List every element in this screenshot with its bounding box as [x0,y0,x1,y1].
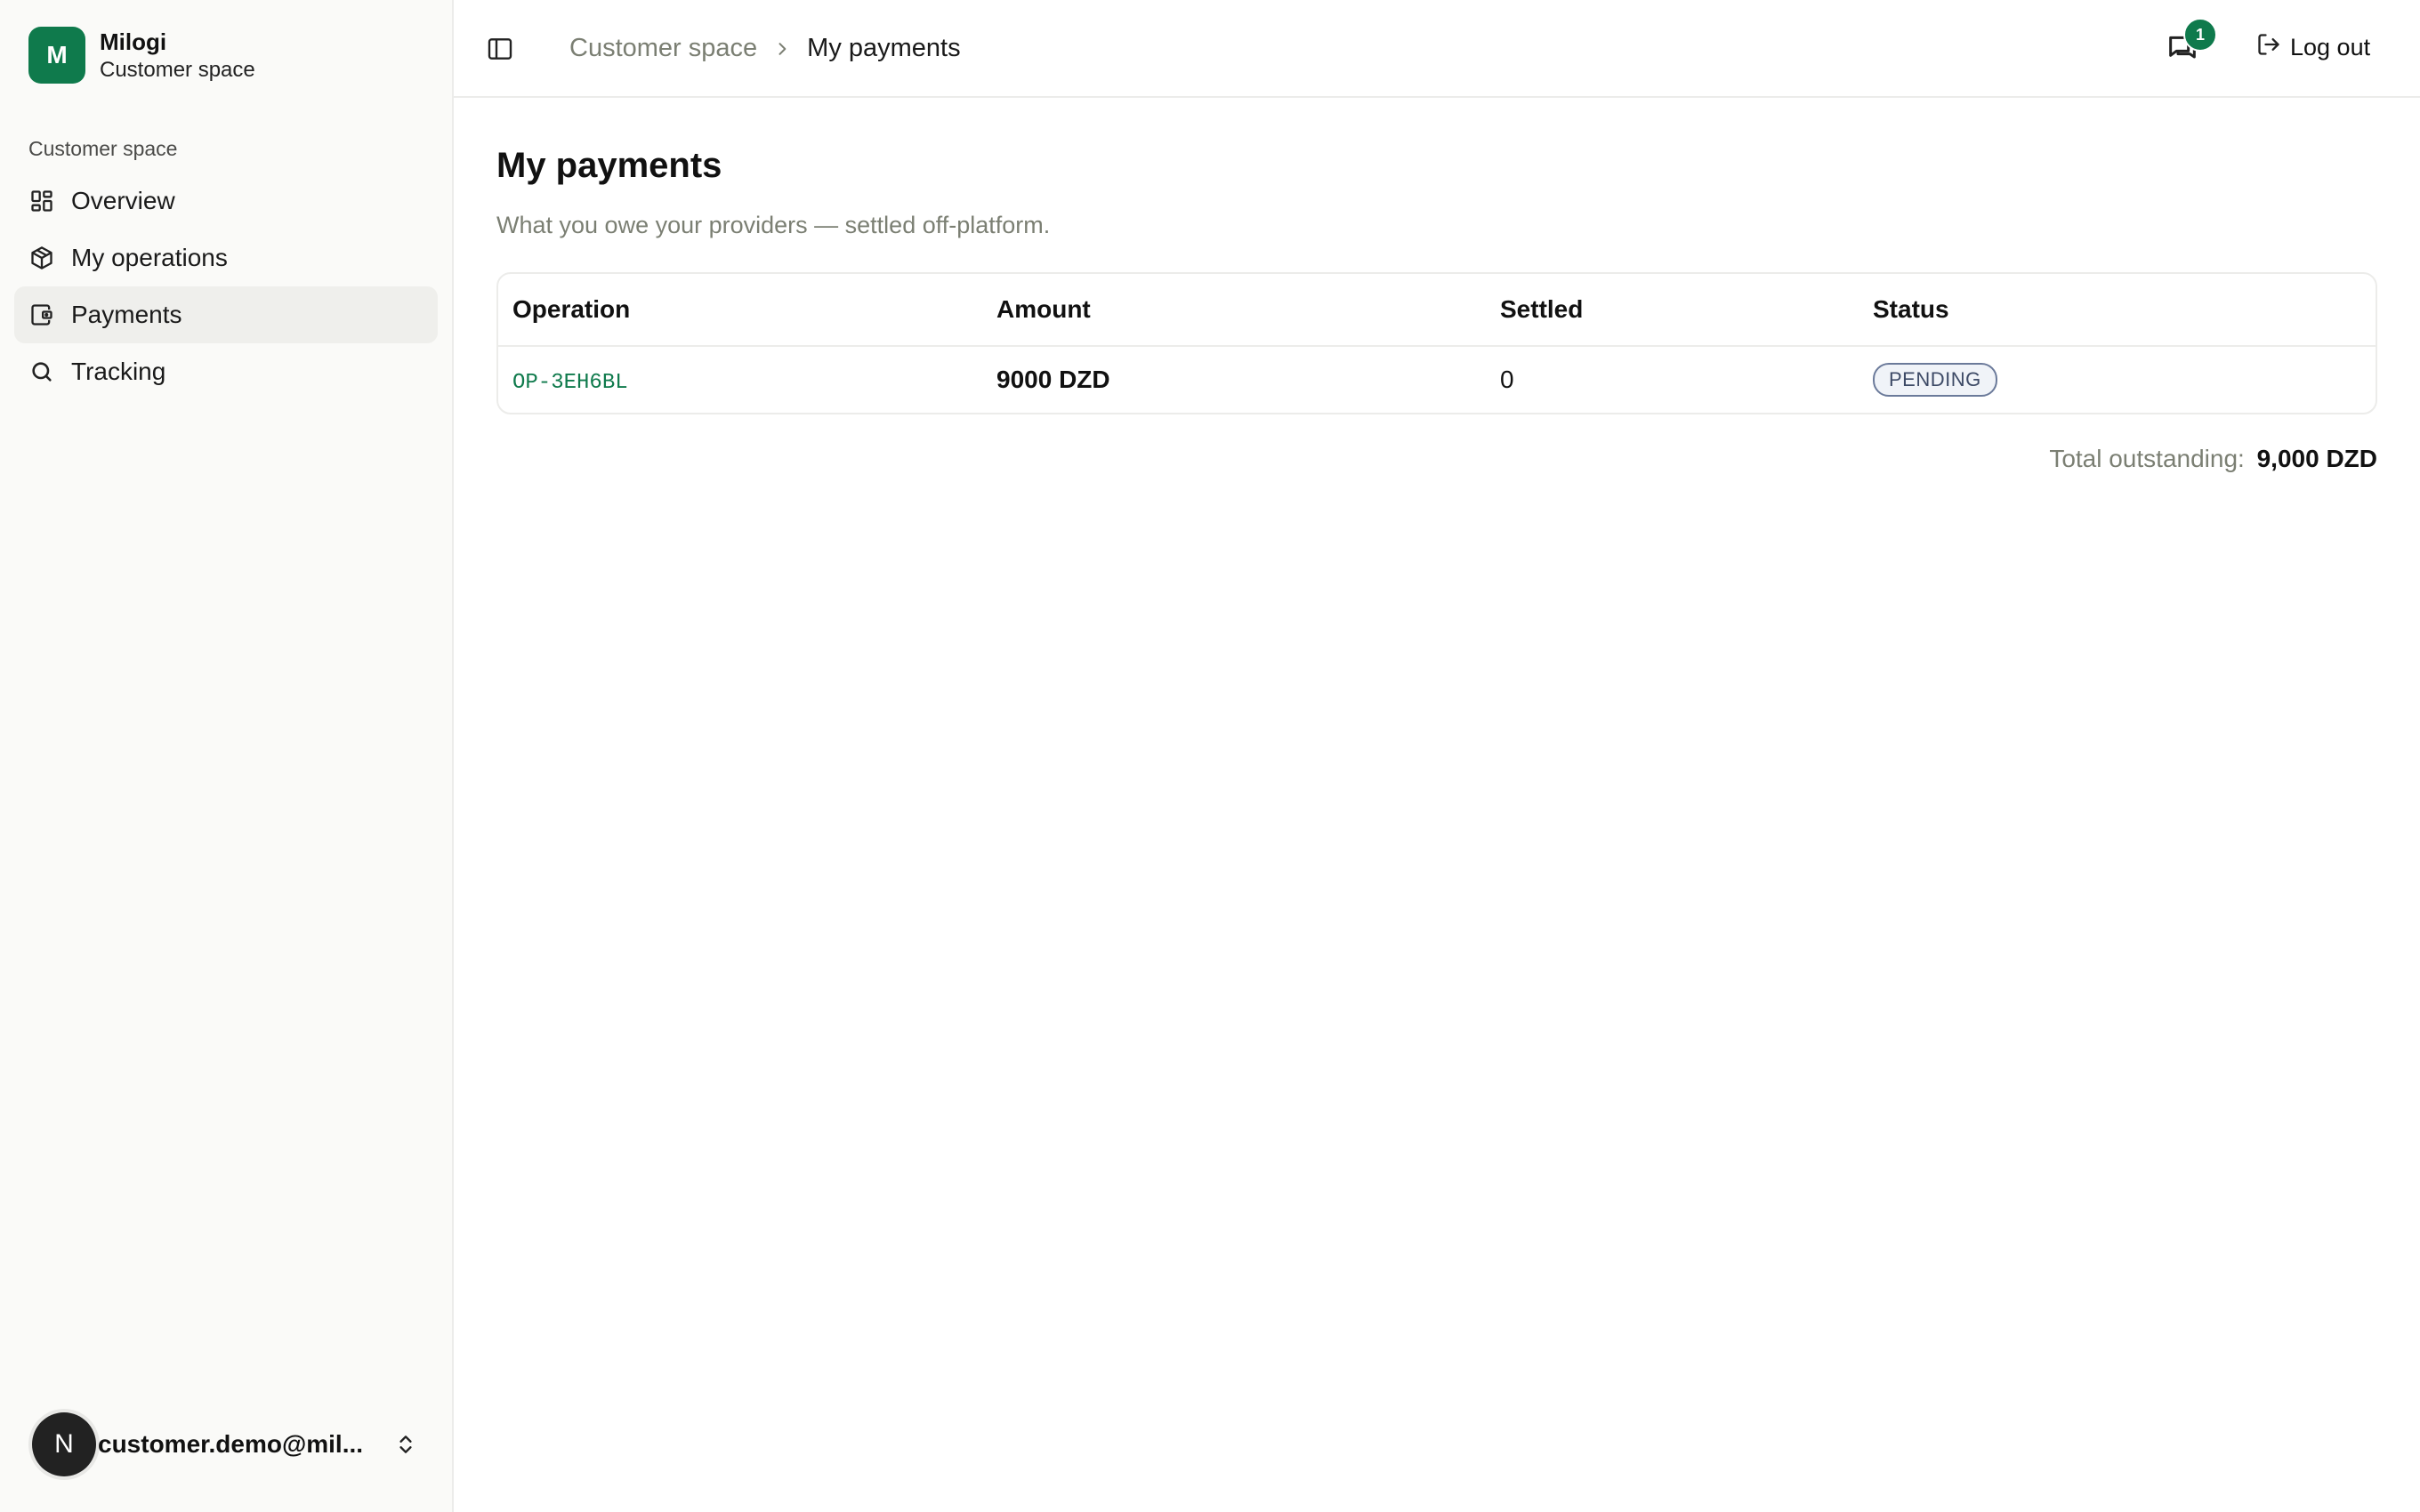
logout-icon [2256,32,2281,63]
total-value: 9,000 DZD [2256,445,2377,472]
payments-content: My payments What you owe your providers … [454,98,2420,473]
breadcrumb-current: My payments [807,34,961,62]
breadcrumb-parent[interactable]: Customer space [569,34,757,63]
sidebar-item-label: My operations [71,244,228,271]
sidebar-item-label: Overview [71,187,175,214]
avatar: N [32,1412,96,1476]
chevrons-up-down-icon[interactable] [388,1427,424,1462]
column-header-settled: Settled [1486,274,1859,347]
total-outstanding: Total outstanding: 9,000 DZD [496,445,2377,473]
user-menu[interactable]: N customer.demo@mil... [32,1412,424,1476]
sidebar-item-payments[interactable]: Payments [14,286,438,343]
column-header-status: Status [1859,274,2376,347]
payments-table: Operation Amount Settled Status OP-3EH6B… [496,272,2377,414]
nav-group-label: Customer space [28,137,178,160]
chevron-right-icon [773,40,791,58]
page-subtitle: What you owe your providers — settled of… [496,212,1051,238]
brand[interactable]: M Milogi Customer space [0,0,452,84]
settled-cell: 0 [1500,366,1514,393]
messages-badge: 1 [2183,18,2217,52]
sidebar-toggle-icon[interactable] [486,35,514,63]
breadcrumb: Customer space My payments [569,34,961,63]
page-title: My payments [496,146,722,185]
top-bar: Customer space My payments 1 Log out [454,0,2420,98]
table-row: OP-3EH6BL 9000 DZD 0 PENDING [498,346,2376,413]
total-label: Total outstanding: [2049,445,2245,472]
table-header-row: Operation Amount Settled Status [498,274,2376,347]
brand-subtitle: Customer space [100,58,255,82]
logout-label: Log out [2290,34,2371,60]
main-area: Customer space My payments 1 Log out My … [454,0,2420,1512]
status-badge: PENDING [1873,363,1997,397]
brand-name: Milogi [100,28,167,55]
sidebar-nav: Overview My operations Payments Tracking [0,173,452,400]
brand-logo: M [28,27,85,84]
operation-id-link[interactable]: OP-3EH6BL [512,371,628,395]
column-header-operation: Operation [498,274,982,347]
amount-cell: 9000 DZD [996,366,1110,393]
sidebar-item-label: Tracking [71,358,166,385]
sidebar: M Milogi Customer space Customer space O… [0,0,454,1512]
wallet-icon [28,302,55,328]
sidebar-item-tracking[interactable]: Tracking [14,343,438,400]
logout-button[interactable]: Log out [2256,32,2370,63]
user-email: customer.demo@mil... [98,1430,364,1458]
sidebar-item-overview[interactable]: Overview [14,173,438,229]
column-header-amount: Amount [982,274,1486,347]
search-icon [28,358,55,385]
dashboard-icon [28,188,55,214]
sidebar-item-label: Payments [71,301,182,328]
sidebar-item-my-operations[interactable]: My operations [14,229,438,286]
package-icon [28,245,55,271]
